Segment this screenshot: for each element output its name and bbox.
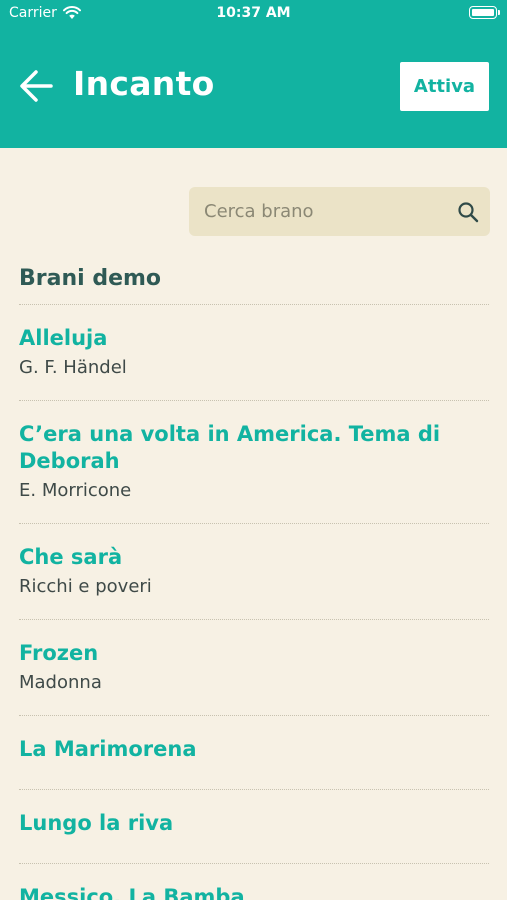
- song-title: Frozen: [19, 641, 99, 665]
- app-header: Carrier 10:37 AM Incanto Attiva: [0, 0, 507, 148]
- arrow-left-icon: [20, 70, 53, 102]
- search-box: [189, 187, 490, 236]
- song-title: C’era una volta in America. Tema di Debo…: [19, 422, 441, 473]
- section-title: Brani demo: [19, 266, 162, 291]
- song-title: Lungo la riva: [19, 811, 174, 835]
- nav-bar: Incanto Attiva: [0, 56, 507, 116]
- battery-icon: [469, 6, 500, 19]
- search-icon[interactable]: [456, 200, 480, 224]
- song-title: La Marimorena: [19, 737, 197, 761]
- list-item[interactable]: Messico. La Bamba: [19, 864, 489, 900]
- song-title: Messico. La Bamba: [19, 885, 245, 900]
- song-artist: Ricchi e poveri: [19, 576, 152, 597]
- song-artist: Madonna: [19, 672, 102, 693]
- list-item[interactable]: Frozen Madonna: [19, 620, 489, 715]
- list-item[interactable]: C’era una volta in America. Tema di Debo…: [19, 401, 489, 523]
- song-artist: G. F. Händel: [19, 357, 127, 378]
- back-button[interactable]: [16, 66, 56, 106]
- song-title: Alleluja: [19, 326, 108, 350]
- song-artist: E. Morricone: [19, 480, 132, 501]
- search-input[interactable]: [189, 187, 449, 236]
- list-item[interactable]: Lungo la riva: [19, 790, 489, 863]
- status-bar: Carrier 10:37 AM: [0, 0, 507, 28]
- status-time: 10:37 AM: [216, 5, 291, 21]
- list-item[interactable]: Che sarà Ricchi e poveri: [19, 524, 489, 619]
- list-item[interactable]: Alleluja G. F. Händel: [19, 305, 489, 400]
- page-title: Incanto: [73, 64, 215, 103]
- song-title: Che sarà: [19, 545, 123, 569]
- activate-button[interactable]: Attiva: [400, 62, 489, 111]
- list-item[interactable]: La Marimorena: [19, 716, 489, 789]
- song-list: Alleluja G. F. Händel C’era una volta in…: [19, 304, 489, 900]
